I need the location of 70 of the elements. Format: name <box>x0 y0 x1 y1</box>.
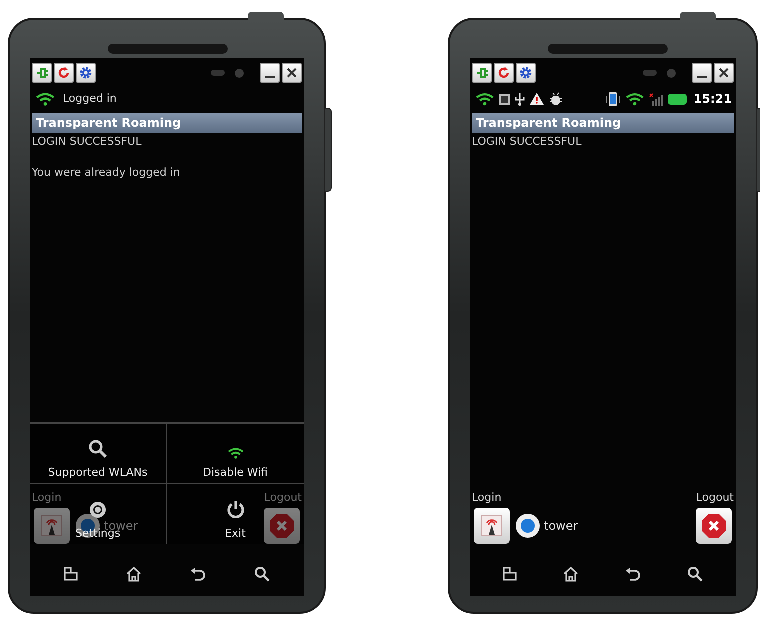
search-key[interactable] <box>254 566 270 582</box>
phone-top-button[interactable] <box>680 12 716 20</box>
login-label: Login <box>472 490 502 506</box>
minimize-button[interactable] <box>692 63 712 83</box>
close-icon <box>286 67 298 79</box>
login-message: LOGIN SUCCESSFUL <box>31 134 143 150</box>
minimize-icon <box>265 76 275 78</box>
screen-icon <box>499 94 510 104</box>
plug-button[interactable] <box>32 63 52 83</box>
clock-time: 15:21 <box>694 91 732 108</box>
login-label: Login <box>32 490 62 506</box>
wifi-icon <box>476 92 494 106</box>
menu-item[interactable]: Disable Wifi <box>167 424 304 484</box>
close-button[interactable] <box>282 63 302 83</box>
menu-key[interactable] <box>64 567 78 581</box>
warning-icon <box>530 93 544 105</box>
stop-sign-icon <box>701 513 727 539</box>
usb-icon <box>515 92 525 106</box>
logout-label: Logout <box>264 490 302 506</box>
detail-message: You were already logged in <box>31 164 182 180</box>
stop-sign-icon <box>269 513 295 539</box>
phone-top-button[interactable] <box>248 12 284 20</box>
logout-button[interactable] <box>264 508 300 544</box>
login-button[interactable] <box>474 508 510 544</box>
refresh-icon <box>57 66 71 80</box>
antenna-icon <box>41 515 63 537</box>
close-button[interactable] <box>714 63 734 83</box>
camera-lens <box>235 68 244 78</box>
logout-button[interactable] <box>696 508 732 544</box>
speaker-grille <box>643 70 657 76</box>
speaker-grille <box>211 70 225 76</box>
title-bar: Transparent Roaming <box>472 113 734 133</box>
close-icon <box>718 67 730 79</box>
settings-icon <box>88 500 108 520</box>
gear-icon <box>79 66 93 80</box>
minimize-button[interactable] <box>260 63 280 83</box>
radio-button[interactable] <box>516 514 540 538</box>
menu-item[interactable]: Supported WLANs <box>30 424 167 484</box>
gear-icon <box>519 66 533 80</box>
camera-lens <box>667 68 676 78</box>
plug-button[interactable] <box>472 63 492 83</box>
search-icon <box>88 438 108 458</box>
plug-icon <box>35 66 49 80</box>
antenna-icon <box>481 515 503 537</box>
phone-vibrate-icon <box>604 92 621 106</box>
settings-button[interactable] <box>76 63 96 83</box>
minimize-icon <box>697 76 707 78</box>
refresh-icon <box>497 66 511 80</box>
back-key[interactable] <box>625 567 641 581</box>
login-status: Logged in <box>63 90 117 107</box>
title-bar: Transparent Roaming <box>32 113 302 133</box>
logout-label: Logout <box>696 490 734 506</box>
plug-icon <box>475 66 489 80</box>
refresh-button[interactable] <box>494 63 514 83</box>
power-icon <box>226 500 246 520</box>
network-name: tower <box>544 518 578 535</box>
back-key[interactable] <box>190 567 206 581</box>
search-key[interactable] <box>687 566 703 582</box>
refresh-button[interactable] <box>54 63 74 83</box>
wifi-icon <box>228 448 244 458</box>
bug-icon <box>549 92 563 106</box>
wifi-icon <box>36 92 55 106</box>
wifi-icon <box>626 92 644 106</box>
home-key[interactable] <box>563 566 579 582</box>
settings-button[interactable] <box>516 63 536 83</box>
signal-icon <box>648 92 663 106</box>
home-key[interactable] <box>126 566 142 582</box>
battery-icon <box>668 94 687 104</box>
menu-key[interactable] <box>503 567 517 581</box>
login-message: LOGIN SUCCESSFUL <box>471 134 583 150</box>
